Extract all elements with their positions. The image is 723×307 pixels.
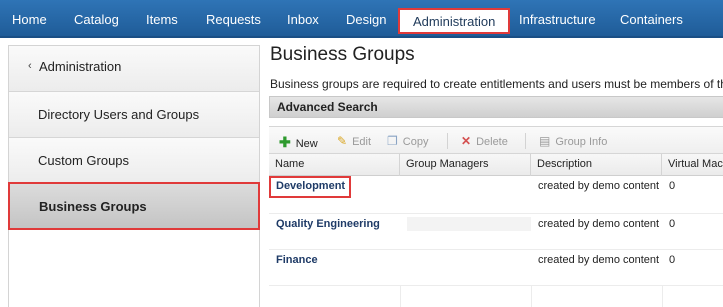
column-header-description[interactable]: Description: [531, 154, 662, 176]
nav-infrastructure[interactable]: Infrastructure: [519, 0, 596, 38]
column-header-group-managers[interactable]: Group Managers: [400, 154, 531, 176]
edit-button[interactable]: ✎ Edit: [337, 134, 371, 148]
copy-button-label: Copy: [402, 136, 429, 148]
document-icon: ▤: [539, 134, 551, 148]
sidebar: ‹ Administration Directory Users and Gro…: [8, 45, 260, 307]
toolbar-divider: [525, 133, 526, 149]
delete-x-icon: ✕: [461, 134, 472, 148]
new-button-label: New: [295, 138, 318, 150]
delete-button-label: Delete: [476, 136, 508, 148]
toolbar-divider: [447, 133, 448, 149]
group-name-link[interactable]: Quality Engineering: [276, 218, 380, 230]
group-info-button[interactable]: ▤ Group Info: [539, 134, 607, 148]
group-name-link[interactable]: Finance: [276, 254, 318, 266]
nav-requests[interactable]: Requests: [206, 0, 261, 38]
nav-inbox[interactable]: Inbox: [287, 0, 319, 38]
sidebar-back-administration[interactable]: ‹ Administration: [9, 46, 259, 92]
table-row[interactable]: Finance created by demo content 0: [269, 250, 723, 286]
sidebar-item-business-groups[interactable]: Business Groups: [8, 182, 260, 230]
advanced-search-bar[interactable]: Advanced Search: [269, 96, 723, 118]
vm-count-cell: 0: [669, 218, 676, 230]
nav-home[interactable]: Home: [12, 0, 47, 38]
nav-containers[interactable]: Containers: [620, 0, 683, 38]
copy-button[interactable]: ❐ Copy: [387, 134, 428, 148]
nav-design[interactable]: Design: [346, 0, 386, 38]
new-button[interactable]: ✚ New: [279, 134, 318, 151]
sidebar-item-directory-users-and-groups[interactable]: Directory Users and Groups: [9, 92, 259, 138]
pencil-icon: ✎: [337, 134, 348, 148]
nav-items[interactable]: Items: [146, 0, 178, 38]
sidebar-item-label: Custom Groups: [38, 153, 130, 168]
redacted-managers: [407, 217, 531, 231]
sidebar-item-label: Directory Users and Groups: [38, 107, 200, 122]
copy-icon: ❐: [387, 134, 398, 148]
page-description: Business groups are required to create e…: [270, 77, 723, 91]
toolbar: ✚ New ✎ Edit ❐ Copy ✕ Delete ▤ Group Info: [269, 126, 723, 154]
vm-count-cell: 0: [669, 254, 676, 266]
page-title: Business Groups: [270, 44, 415, 65]
nav-administration[interactable]: Administration: [398, 8, 511, 34]
delete-button[interactable]: ✕ Delete: [461, 134, 508, 148]
sidebar-back-label: Administration: [39, 59, 122, 74]
top-navigation: Home Catalog Items Requests Inbox Design…: [0, 0, 723, 38]
grid-header: Name Group Managers Description Virtual …: [269, 154, 723, 176]
description-cell: created by demo content: [538, 254, 660, 266]
sidebar-item-label: Business Groups: [39, 199, 147, 214]
column-header-name[interactable]: Name: [269, 154, 400, 176]
plus-icon: ✚: [279, 134, 291, 150]
description-cell: created by demo content: [538, 218, 660, 230]
column-header-virtual-machines[interactable]: Virtual Mac: [662, 154, 723, 176]
vm-count-cell: 0: [669, 180, 676, 192]
nav-catalog[interactable]: Catalog: [74, 0, 119, 38]
edit-button-label: Edit: [352, 136, 372, 148]
development-highlight: [269, 176, 351, 198]
description-cell: created by demo content: [538, 180, 660, 192]
sidebar-item-custom-groups[interactable]: Custom Groups: [9, 138, 259, 184]
group-info-button-label: Group Info: [555, 136, 608, 148]
chevron-left-icon: ‹: [28, 60, 32, 72]
